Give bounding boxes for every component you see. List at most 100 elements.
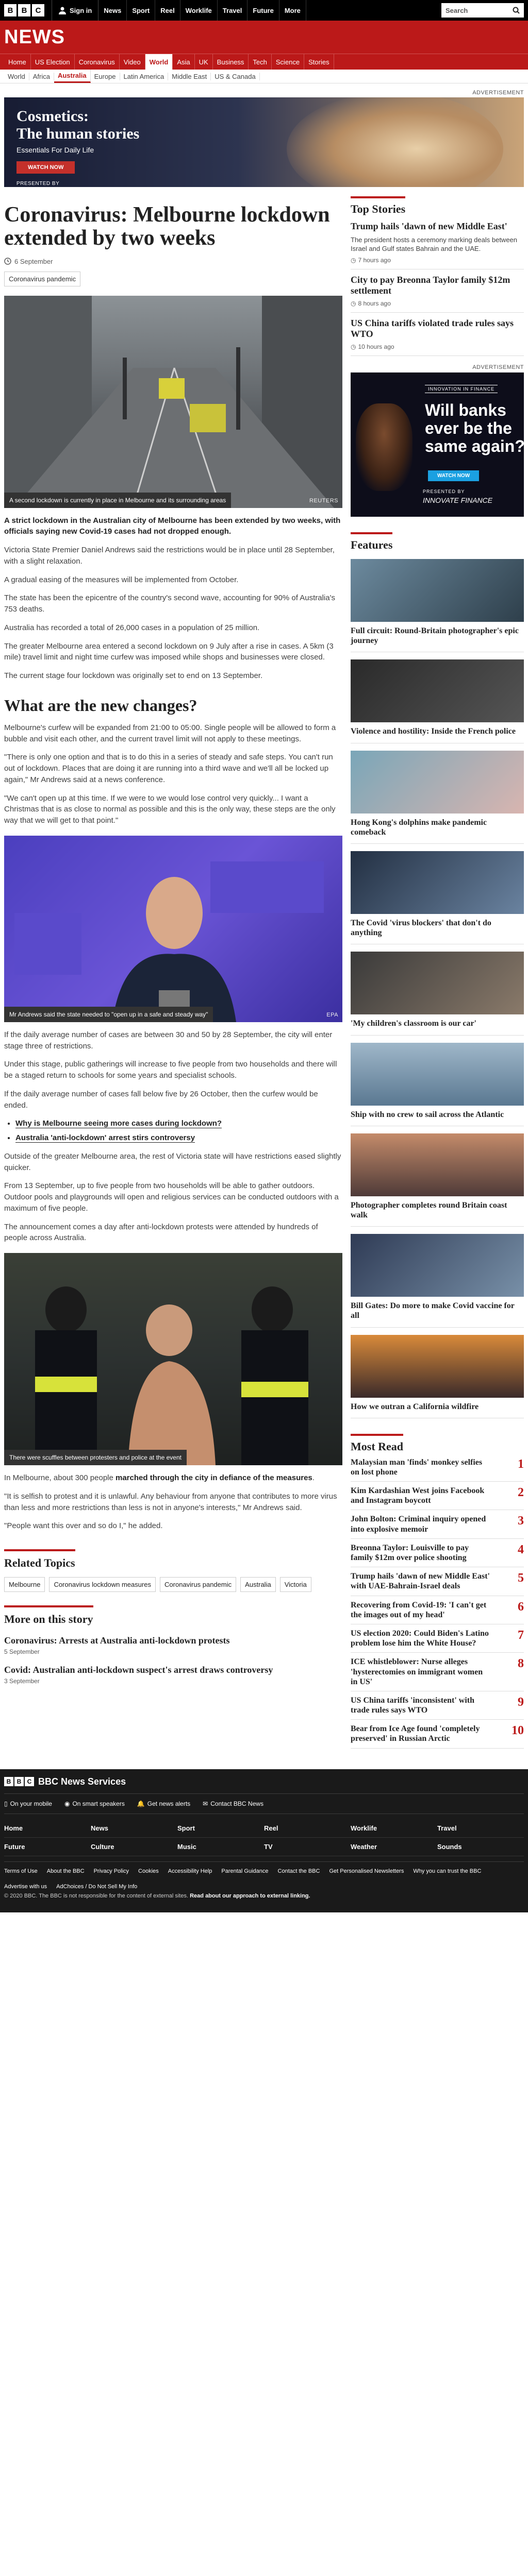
subnav-africa[interactable]: Africa <box>29 72 54 80</box>
logo-letter: B <box>14 1777 24 1787</box>
feature-item[interactable]: 'My children's classroom is our car' <box>351 952 524 1036</box>
news-nav-us-election[interactable]: US Election <box>31 54 75 70</box>
search-input[interactable]: Search <box>441 3 524 18</box>
news-nav-uk[interactable]: UK <box>195 54 213 70</box>
ad-watch-button[interactable]: WATCH NOW <box>16 161 75 174</box>
legal-link[interactable]: Parental Guidance <box>221 1868 268 1874</box>
service-mobile[interactable]: ▯ On your mobile <box>4 1800 52 1807</box>
service-label: On your mobile <box>10 1800 52 1807</box>
article-tag[interactable]: Coronavirus pandemic <box>4 271 81 286</box>
related-link[interactable]: Australia 'anti-lockdown' arrest stirs c… <box>15 1133 195 1143</box>
subnav-us-canada[interactable]: US & Canada <box>211 72 260 80</box>
subnav-australia[interactable]: Australia <box>54 70 91 83</box>
more-item[interactable]: Covid: Australian anti-lockdown suspect'… <box>4 1665 342 1685</box>
top-story[interactable]: Trump hails 'dawn of new Middle East' Th… <box>351 216 524 269</box>
footer-link[interactable]: TV <box>264 1838 351 1856</box>
related-link[interactable]: Why is Melbourne seeing more cases durin… <box>15 1119 222 1129</box>
finance-ad[interactable]: INNOVATION IN FINANCE Will banks ever be… <box>351 372 524 517</box>
service-contact[interactable]: ✉ Contact BBC News <box>203 1800 263 1807</box>
news-title[interactable]: NEWS <box>4 26 65 48</box>
top-story-title: City to pay Breonna Taylor family $12m s… <box>351 274 510 296</box>
topic-tag[interactable]: Victoria <box>279 1577 311 1592</box>
cosmetics-ad-banner[interactable]: Cosmetics: The human stories Essentials … <box>4 97 524 187</box>
inline-link[interactable]: marched through the city in defiance of … <box>116 1473 312 1482</box>
topic-tag[interactable]: Coronavirus lockdown measures <box>49 1577 156 1592</box>
legal-link[interactable]: About the BBC <box>47 1868 85 1874</box>
legal-link[interactable]: AdChoices / Do Not Sell My Info <box>56 1884 137 1890</box>
footer-link[interactable]: Sport <box>177 1819 264 1838</box>
news-nav-home[interactable]: Home <box>4 54 31 70</box>
most-read-item[interactable]: Kim Kardashian West joins Facebook and I… <box>351 1482 524 1511</box>
subnav-world[interactable]: World <box>4 72 29 80</box>
subnav-europe[interactable]: Europe <box>91 72 120 80</box>
top-story[interactable]: City to pay Breonna Taylor family $12m s… <box>351 269 524 313</box>
feature-item[interactable]: The Covid 'virus blockers' that don't do… <box>351 851 524 945</box>
news-nav-business[interactable]: Business <box>213 54 249 70</box>
bbc-logo[interactable]: B B C <box>4 1777 34 1787</box>
feature-item[interactable]: Photographer completes round Britain coa… <box>351 1133 524 1227</box>
most-read-item[interactable]: Recovering from Covid-19: 'I can't get t… <box>351 1596 524 1624</box>
service-alerts[interactable]: 🔔 Get news alerts <box>137 1800 190 1807</box>
footer-link[interactable]: Reel <box>264 1819 351 1838</box>
legal-link[interactable]: Terms of Use <box>4 1868 38 1874</box>
legal-link[interactable]: Accessibility Help <box>168 1868 212 1874</box>
feature-title: Bill Gates: Do more to make Covid vaccin… <box>351 1301 515 1320</box>
feature-item[interactable]: Hong Kong's dolphins make pandemic comeb… <box>351 750 524 844</box>
external-linking-link[interactable]: Read about our approach to external link… <box>190 1893 310 1899</box>
legal-link[interactable]: Privacy Policy <box>94 1868 129 1874</box>
service-speakers[interactable]: ◉ On smart speakers <box>64 1800 125 1807</box>
top-story[interactable]: US China tariffs violated trade rules sa… <box>351 313 524 357</box>
feature-item[interactable]: Ship with no crew to sail across the Atl… <box>351 1042 524 1126</box>
subnav-middle-east[interactable]: Middle East <box>168 72 211 80</box>
news-nav-asia[interactable]: Asia <box>173 54 195 70</box>
top-nav-news[interactable]: News <box>98 0 127 21</box>
most-read-item[interactable]: ICE whistleblower: Nurse alleges 'hyster… <box>351 1653 524 1691</box>
footer-link[interactable]: Music <box>177 1838 264 1856</box>
most-read-item[interactable]: Bear from Ice Age found 'completely pres… <box>351 1720 524 1749</box>
news-nav-tech[interactable]: Tech <box>249 54 272 70</box>
footer-link[interactable]: Future <box>4 1838 91 1856</box>
legal-link[interactable]: Advertise with us <box>4 1884 47 1890</box>
most-read-item[interactable]: US election 2020: Could Biden's Latino p… <box>351 1624 524 1653</box>
news-nav-video[interactable]: Video <box>120 54 145 70</box>
most-read-item[interactable]: US China tariffs 'inconsistent' with tra… <box>351 1691 524 1720</box>
most-read-item[interactable]: Trump hails 'dawn of new Middle East' wi… <box>351 1567 524 1596</box>
signin-link[interactable]: Sign in <box>52 0 99 21</box>
footer-link[interactable]: Sounds <box>437 1838 524 1856</box>
feature-item[interactable]: Bill Gates: Do more to make Covid vaccin… <box>351 1234 524 1328</box>
top-nav-future[interactable]: Future <box>248 0 279 21</box>
footer-link[interactable]: Weather <box>351 1838 437 1856</box>
news-nav-coronavirus[interactable]: Coronavirus <box>75 54 120 70</box>
news-nav-science[interactable]: Science <box>272 54 305 70</box>
news-nav-world[interactable]: World <box>145 54 173 70</box>
legal-link[interactable]: Contact the BBC <box>278 1868 320 1874</box>
bbc-logo[interactable]: B B C <box>4 4 44 16</box>
top-nav-more[interactable]: More <box>279 0 306 21</box>
most-read-item[interactable]: Breonna Taylor: Louisville to pay family… <box>351 1539 524 1568</box>
footer-link[interactable]: Culture <box>91 1838 177 1856</box>
topic-tag[interactable]: Melbourne <box>4 1577 45 1592</box>
legal-link[interactable]: Why you can trust the BBC <box>413 1868 481 1874</box>
subnav-latin-america[interactable]: Latin America <box>120 72 169 80</box>
feature-item[interactable]: Violence and hostility: Inside the Frenc… <box>351 659 524 743</box>
footer-link[interactable]: Home <box>4 1819 91 1838</box>
topic-tag[interactable]: Australia <box>240 1577 276 1592</box>
legal-link[interactable]: Cookies <box>138 1868 159 1874</box>
legal-link[interactable]: Get Personalised Newsletters <box>329 1868 404 1874</box>
top-nav-sport[interactable]: Sport <box>127 0 156 21</box>
feature-item[interactable]: Full circuit: Round-Britain photographer… <box>351 559 524 653</box>
top-nav-worklife[interactable]: Worklife <box>180 0 218 21</box>
footer-link[interactable]: Worklife <box>351 1819 437 1838</box>
top-nav-travel[interactable]: Travel <box>218 0 248 21</box>
ad-watch-button[interactable]: WATCH NOW <box>428 470 480 482</box>
footer-link[interactable]: Travel <box>437 1819 524 1838</box>
top-nav-reel[interactable]: Reel <box>155 0 180 21</box>
feature-title: Ship with no crew to sail across the Atl… <box>351 1110 504 1119</box>
footer-link[interactable]: News <box>91 1819 177 1838</box>
feature-item[interactable]: How we outran a California wildfire <box>351 1334 524 1418</box>
most-read-item[interactable]: John Bolton: Criminal inquiry opened int… <box>351 1510 524 1539</box>
news-nav-stories[interactable]: Stories <box>304 54 334 70</box>
topic-tag[interactable]: Coronavirus pandemic <box>160 1577 237 1592</box>
most-read-item[interactable]: Malaysian man 'finds' monkey selfies on … <box>351 1453 524 1482</box>
more-item[interactable]: Coronavirus: Arrests at Australia anti-l… <box>4 1635 342 1655</box>
